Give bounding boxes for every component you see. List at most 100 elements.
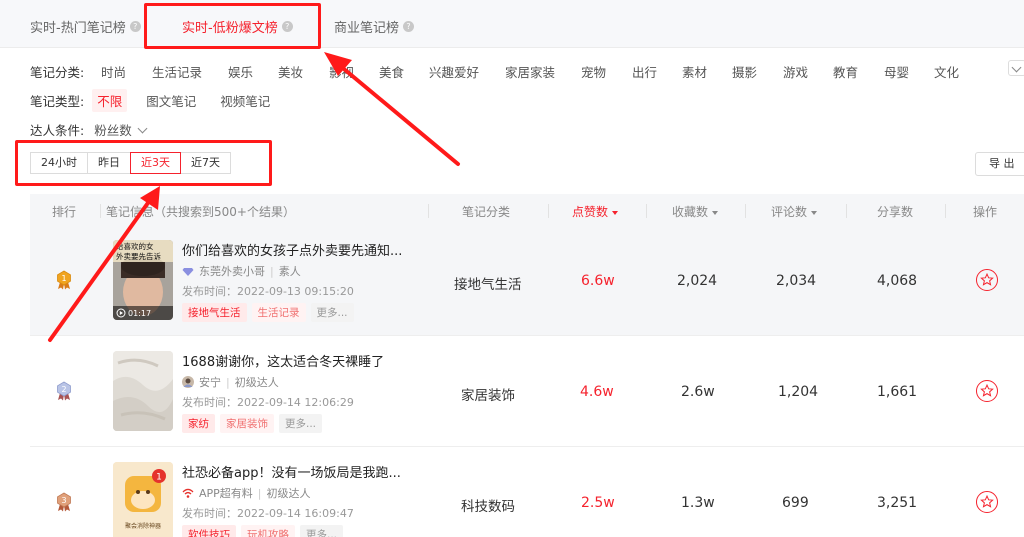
category-option[interactable]: 影视 [329, 62, 354, 81]
category-option[interactable]: 摄影 [732, 62, 757, 81]
type-filter-row: 笔记类型: 不限 图文笔记 视频笔记 [30, 88, 289, 112]
type-option-image[interactable]: 图文笔记 [141, 89, 201, 112]
tab-label: 实时-热门笔记榜 [30, 21, 126, 36]
category-option[interactable]: 娱乐 [228, 62, 253, 81]
header-actions: 操作 [973, 205, 998, 219]
comments-count: 1,204 [778, 384, 819, 400]
header-note-info: 笔记信息（共搜索到500+个结果） [106, 205, 295, 219]
shares-count: 3,251 [877, 495, 918, 511]
note-thumbnail[interactable]: 1 聚会消除神器 [113, 462, 173, 537]
type-option-all[interactable]: 不限 [92, 88, 128, 112]
table-row[interactable]: 1 给喜欢的女 外卖要先告诉 01:17 你们给喜欢的女孩子点外卖要先通知...… [30, 226, 1024, 336]
header-comments[interactable]: 评论数 [771, 203, 818, 220]
author-name[interactable]: APP超有料 [199, 485, 253, 501]
tab-commercial-notes[interactable]: 商业笔记榜 ? [334, 17, 415, 36]
sort-icon [811, 211, 818, 215]
header-likes[interactable]: 点赞数 [572, 203, 619, 220]
note-title[interactable]: 你们给喜欢的女孩子点外卖要先通知... [182, 240, 402, 259]
note-tags: 软件技巧 玩机攻略 更多... [182, 525, 344, 537]
favorite-star-icon[interactable] [976, 380, 998, 402]
category-option[interactable]: 兴趣爱好 [429, 62, 479, 81]
note-tags: 家纺 家居装饰 更多... [182, 414, 323, 433]
shares-count: 4,068 [877, 273, 918, 289]
rank-number: 1 [61, 274, 66, 283]
help-icon[interactable]: ? [281, 21, 293, 32]
publish-time: 发布时间：2022-09-14 12:06:29 [182, 396, 354, 409]
note-category: 科技数码 [461, 499, 515, 515]
wifi-avatar-icon [182, 488, 194, 498]
note-tag[interactable]: 接地气生活 [182, 303, 247, 322]
category-option[interactable]: 素材 [682, 62, 707, 81]
tab-hot-notes[interactable]: 实时-热门笔记榜 ? [30, 17, 141, 36]
sort-icon [712, 211, 719, 215]
table-row[interactable]: 2 1688谢谢你，这太适合冬天裸睡了 安宁 | 初级达人 发布时间：2022-… [30, 337, 1024, 447]
more-tags[interactable]: 更多... [279, 414, 323, 433]
note-tag[interactable]: 软件技巧 [182, 525, 236, 537]
likes-count: 6.6w [581, 273, 615, 289]
note-tag[interactable]: 生活记录 [251, 303, 306, 322]
category-option[interactable]: 家居家装 [505, 62, 555, 81]
time-3days-button[interactable]: 近3天 [130, 152, 181, 174]
category-option[interactable]: 游戏 [783, 62, 808, 81]
category-option[interactable]: 宠物 [581, 62, 606, 81]
more-tags[interactable]: 更多... [300, 525, 344, 537]
note-thumbnail-video[interactable]: 给喜欢的女 外卖要先告诉 01:17 [113, 240, 173, 320]
more-tags[interactable]: 更多... [310, 303, 354, 322]
notification-badge: 1 [156, 473, 162, 483]
author-name[interactable]: 安宁 [199, 374, 221, 390]
fans-count-select[interactable]: 粉丝数 [92, 118, 151, 141]
favorite-star-icon[interactable] [976, 269, 998, 291]
header-collects[interactable]: 收藏数 [672, 203, 719, 220]
tab-label: 商业笔记榜 [334, 21, 400, 36]
thumbnail-caption: 外卖要先告诉 [116, 251, 161, 261]
diamond-icon [182, 268, 194, 276]
category-option[interactable]: 美妆 [278, 62, 303, 81]
expand-categories-button[interactable] [1008, 60, 1024, 76]
likes-count: 2.5w [581, 495, 615, 511]
time-range-group: 24小时 昨日 近3天 近7天 [30, 152, 231, 174]
header-likes-label: 点赞数 [572, 205, 609, 219]
header-rank: 排行 [52, 205, 77, 219]
category-option[interactable]: 美食 [379, 62, 404, 81]
header-divider [846, 204, 847, 218]
tab-low-fan-viral[interactable]: 实时-低粉爆文榜 ? [182, 17, 293, 36]
collects-count: 1.3w [681, 495, 715, 511]
category-filter-row: 笔记分类: [30, 60, 92, 82]
note-tag[interactable]: 家纺 [182, 414, 215, 433]
creator-filter-row: 达人条件: 粉丝数 [30, 118, 165, 140]
note-tag[interactable]: 家居装饰 [220, 414, 274, 433]
note-category: 接地气生活 [454, 277, 522, 293]
thumbnail-caption: 给喜欢的女 [116, 241, 154, 251]
export-button[interactable]: 导 出 [975, 152, 1024, 176]
category-option[interactable]: 生活记录 [152, 62, 202, 81]
note-thumbnail[interactable] [113, 351, 173, 431]
author-name[interactable]: 东莞外卖小哥 [199, 263, 265, 279]
category-option[interactable]: 出行 [632, 62, 657, 81]
category-option[interactable]: 时尚 [101, 62, 126, 81]
note-author: 东莞外卖小哥 | 素人 [182, 263, 301, 279]
time-24h-button[interactable]: 24小时 [30, 152, 88, 174]
time-yesterday-button[interactable]: 昨日 [87, 152, 131, 174]
table-header: 排行 笔记信息（共搜索到500+个结果） 笔记分类 点赞数 收藏数 评论数 分享… [30, 194, 1024, 226]
note-tag[interactable]: 玩机攻略 [241, 525, 295, 537]
ranking-tabs: 实时-热门笔记榜 ? 实时-低粉爆文榜 ? 商业笔记榜 ? [0, 0, 1024, 48]
category-option[interactable]: 文化 [934, 62, 959, 81]
note-tags: 接地气生活 生活记录 更多... [182, 303, 354, 322]
category-option[interactable]: 母婴 [884, 62, 909, 81]
help-icon[interactable]: ? [129, 21, 141, 32]
author-level: 初级达人 [266, 487, 311, 500]
note-title[interactable]: 1688谢谢你，这太适合冬天裸睡了 [182, 351, 384, 370]
avatar [182, 376, 194, 388]
category-option[interactable]: 教育 [833, 62, 858, 81]
note-title[interactable]: 社恐必备app！没有一场饭局是我跑... [182, 462, 401, 481]
rank-gold-medal-icon: 1 [57, 270, 71, 290]
likes-count: 4.6w [580, 384, 614, 400]
help-icon[interactable]: ? [403, 21, 415, 32]
note-author: 安宁 | 初级达人 [182, 374, 279, 390]
table-row[interactable]: 3 1 聚会消除神器 社恐必备app！没有一场饭局是我跑... APP超有料 |… [30, 448, 1024, 537]
favorite-star-icon[interactable] [976, 491, 998, 513]
time-7days-button[interactable]: 近7天 [180, 152, 231, 174]
type-option-video[interactable]: 视频笔记 [215, 89, 275, 112]
collects-count: 2,024 [677, 273, 718, 289]
note-category: 家居装饰 [461, 388, 515, 404]
